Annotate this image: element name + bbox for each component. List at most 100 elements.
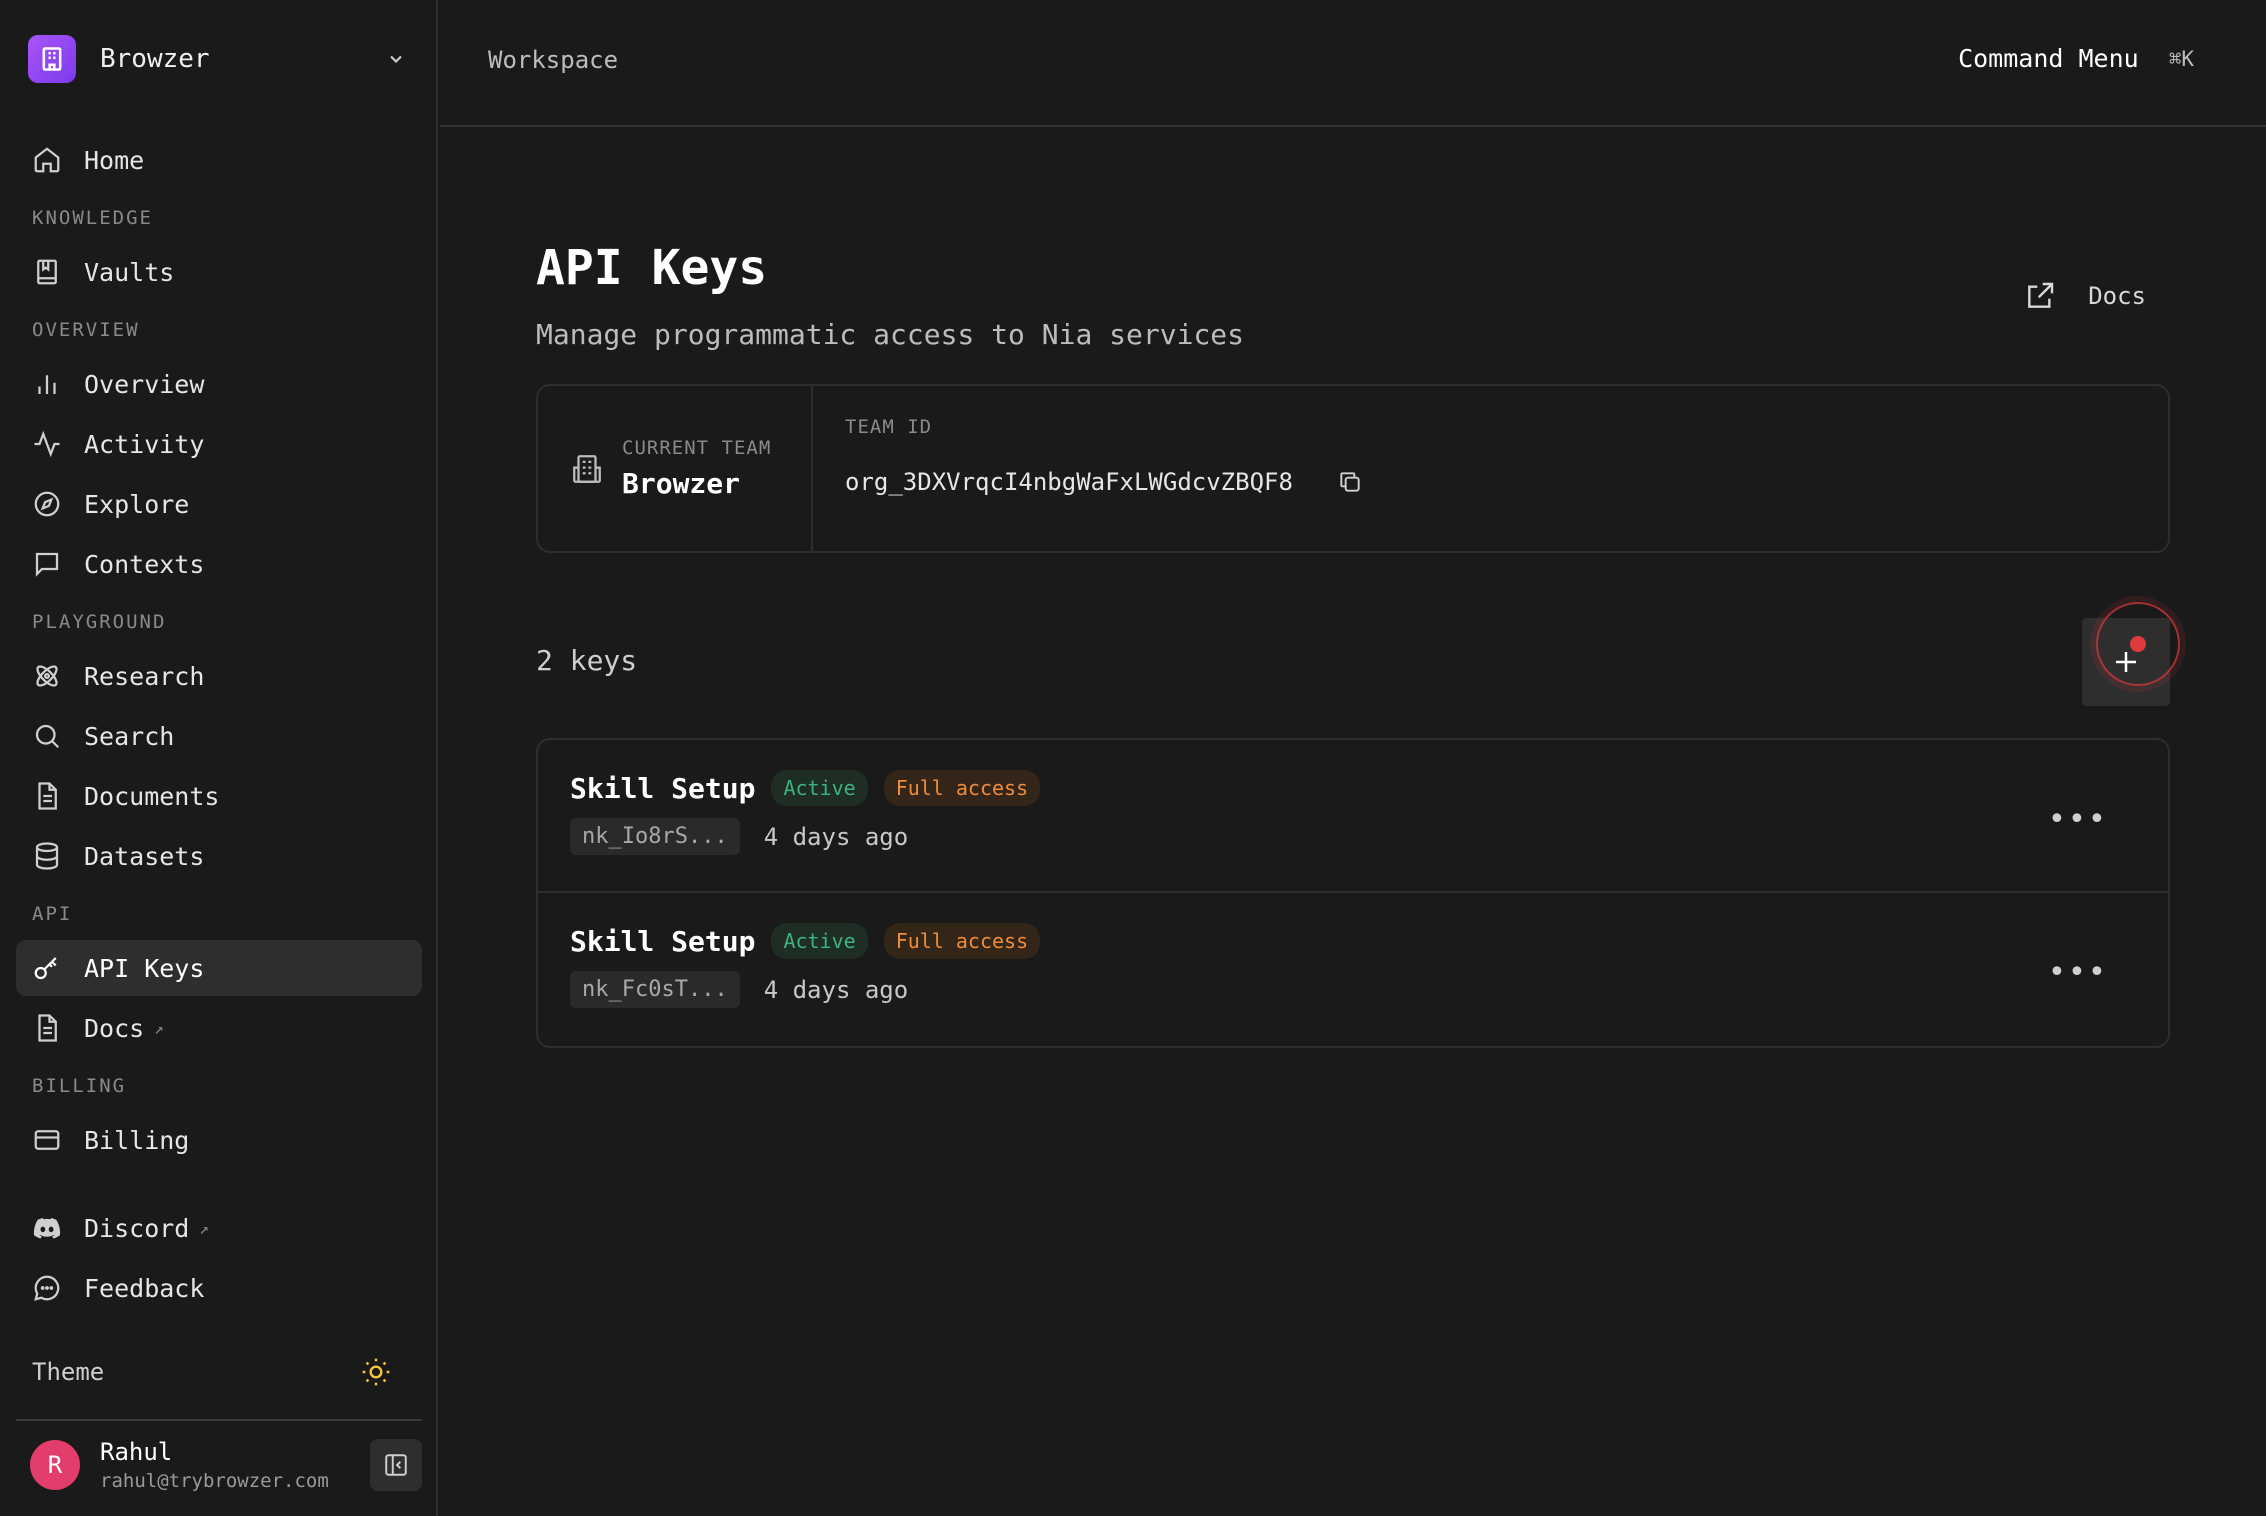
section-overview: OVERVIEW	[32, 319, 140, 341]
sidebar-item-docs[interactable]: Docs ↗	[16, 1000, 422, 1056]
avatar: R	[30, 1440, 80, 1490]
page-subtitle: Manage programmatic access to Nia servic…	[536, 318, 1245, 351]
workspace-switcher[interactable]: Browzer	[28, 34, 418, 84]
chevron-down-icon	[390, 55, 402, 63]
file-text-icon	[38, 1014, 57, 1042]
sidebar-item-billing[interactable]: Billing	[16, 1112, 422, 1168]
bar-chart-icon	[38, 375, 56, 394]
building-icon	[573, 454, 601, 483]
status-badge: Active	[771, 770, 868, 806]
team-id-row: org_3DXVrqcI4nbgWaFxLWGdcvZBQF8	[845, 468, 1363, 496]
command-menu-button[interactable]: Command Menu ⌘K	[1958, 44, 2194, 73]
sidebar-item-api-keys[interactable]: API Keys	[16, 940, 422, 996]
workspace-name: Browzer	[100, 44, 210, 74]
home-icon	[34, 147, 60, 173]
book-icon	[37, 259, 57, 285]
more-options-icon[interactable]: •••	[2048, 955, 2108, 990]
sidebar-item-label: Search	[84, 721, 175, 751]
key-title-row: Skill Setup Active Full access	[570, 770, 2168, 806]
sidebar-item-search[interactable]: Search	[16, 708, 422, 764]
external-link-icon: ↗	[199, 1218, 209, 1238]
sidebar-nav: Home KNOWLEDGE Vaults OVERVIEW Overview …	[16, 132, 422, 1320]
access-badge: Full access	[883, 923, 1041, 959]
sidebar-item-documents[interactable]: Documents	[16, 768, 422, 824]
search-icon	[35, 724, 60, 749]
key-row[interactable]: Skill Setup Active Full access nk_Io8rS.…	[538, 740, 2168, 893]
external-link-icon	[2028, 282, 2054, 308]
sidebar-item-label: API Keys	[84, 953, 205, 983]
sidebar-item-discord[interactable]: Discord ↗	[16, 1200, 422, 1256]
key-icon	[34, 957, 57, 980]
current-team-label: CURRENT TEAM	[622, 437, 772, 459]
command-shortcut: ⌘K	[2168, 46, 2194, 71]
key-created: 4 days ago	[763, 975, 909, 1004]
key-name: Skill Setup	[570, 924, 756, 958]
sidebar-item-research[interactable]: Research	[16, 648, 422, 704]
page-title: API Keys	[536, 240, 768, 296]
sidebar-item-label: Datasets	[84, 841, 205, 871]
command-menu-label: Command Menu	[1958, 44, 2139, 73]
section-billing: BILLING	[32, 1075, 127, 1097]
team-id-label: TEAM ID	[845, 416, 933, 438]
keys-count: 2 keys	[536, 644, 638, 677]
key-meta-row: nk_Fc0sT... 4 days ago	[570, 971, 2168, 1008]
credit-card-icon	[34, 1130, 60, 1150]
sidebar-item-contexts[interactable]: Contexts	[16, 536, 422, 592]
user-name: Rahul	[100, 1438, 173, 1466]
key-prefix: nk_Fc0sT...	[570, 971, 740, 1008]
sidebar-item-explore[interactable]: Explore	[16, 476, 422, 532]
status-badge: Active	[771, 923, 868, 959]
sidebar-item-label: Contexts	[84, 549, 205, 579]
collapse-sidebar-button[interactable]	[370, 1439, 422, 1491]
key-title-row: Skill Setup Active Full access	[570, 923, 2168, 959]
breadcrumb[interactable]: Workspace	[488, 46, 618, 74]
sidebar: Browzer Home KNOWLEDGE Vaults OVERVIEW O…	[0, 0, 438, 1516]
team-id-value: org_3DXVrqcI4nbgWaFxLWGdcvZBQF8	[845, 468, 1293, 496]
sidebar-item-label: Activity	[84, 429, 205, 459]
docs-link[interactable]: Docs	[2024, 280, 2146, 312]
key-prefix: nk_Io8rS...	[570, 818, 740, 855]
sidebar-item-label: Home	[84, 145, 145, 175]
sidebar-item-activity[interactable]: Activity	[16, 416, 422, 472]
user-email: rahul@trybrowzer.com	[100, 1470, 329, 1492]
key-name: Skill Setup	[570, 771, 756, 805]
sidebar-item-label: Feedback	[84, 1273, 205, 1303]
key-meta-row: nk_Io8rS... 4 days ago	[570, 818, 2168, 855]
current-team: CURRENT TEAM Browzer	[538, 386, 813, 551]
sidebar-item-vaults[interactable]: Vaults	[16, 244, 422, 300]
copy-icon[interactable]	[1337, 469, 1363, 495]
theme-row: Theme	[32, 1348, 392, 1396]
section-api: API	[32, 903, 73, 925]
sidebar-item-label: Docs	[84, 1013, 145, 1043]
keys-list: Skill Setup Active Full access nk_Io8rS.…	[536, 738, 2170, 1048]
click-target-dot	[2130, 636, 2146, 652]
access-badge: Full access	[883, 770, 1041, 806]
topbar: Workspace Command Menu ⌘K	[440, 0, 2266, 127]
user-profile[interactable]: R Rahul rahul@trybrowzer.com	[30, 1432, 422, 1498]
sidebar-collapse-icon	[385, 1454, 407, 1476]
sidebar-item-label: Explore	[84, 489, 190, 519]
discord-icon	[33, 1218, 61, 1239]
key-row[interactable]: Skill Setup Active Full access nk_Fc0sT.…	[538, 893, 2168, 1046]
sidebar-item-feedback[interactable]: Feedback	[16, 1260, 422, 1316]
external-link-icon: ↗	[154, 1018, 164, 1038]
sun-icon[interactable]	[360, 1356, 392, 1388]
activity-icon	[34, 430, 60, 458]
message-square-icon	[35, 552, 59, 577]
sidebar-item-overview[interactable]: Overview	[16, 356, 422, 412]
current-team-value: Browzer	[622, 467, 741, 500]
message-circle-icon	[34, 1275, 60, 1301]
more-options-icon[interactable]: •••	[2048, 802, 2108, 837]
sidebar-item-label: Discord	[84, 1213, 190, 1243]
compass-icon	[34, 491, 60, 517]
file-text-icon	[38, 782, 57, 810]
sidebar-item-label: Vaults	[84, 257, 175, 287]
sidebar-item-label: Billing	[84, 1125, 190, 1155]
user-info: Rahul rahul@trybrowzer.com	[100, 1438, 370, 1492]
team-card: CURRENT TEAM Browzer TEAM ID org_3DXVrqc…	[536, 384, 2170, 553]
page-header: API Keys Manage programmatic access to N…	[536, 240, 2170, 351]
sidebar-item-datasets[interactable]: Datasets	[16, 828, 422, 884]
sidebar-item-home[interactable]: Home	[16, 132, 422, 188]
workspace-logo	[28, 35, 76, 83]
